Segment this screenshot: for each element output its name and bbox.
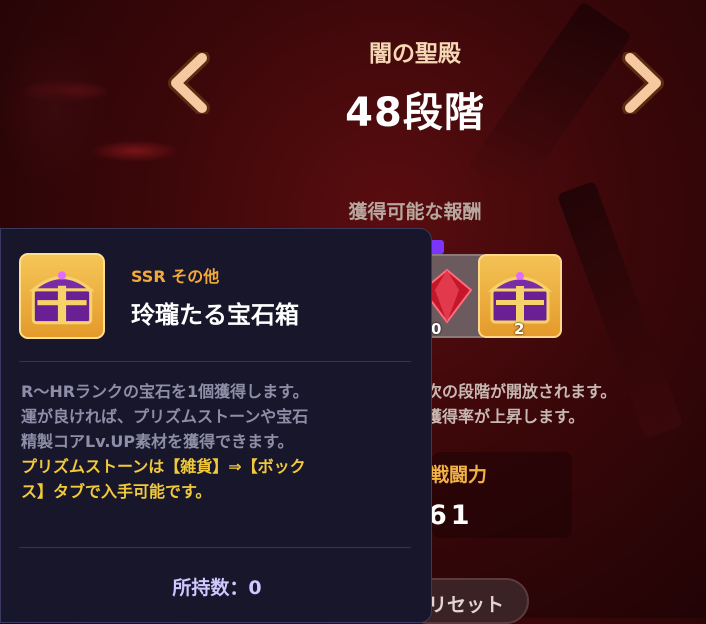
item-tooltip: SSR その他 玲瓏たる宝石箱 R～HRランクの宝石を1個獲得します。 運が良け… — [0, 228, 432, 623]
reward-count: 0 — [431, 320, 442, 338]
stage-title: 闇の聖殿 — [369, 41, 461, 67]
note-line: ス】タブで入手可能です。 — [21, 482, 212, 501]
background-eye — [20, 80, 110, 102]
description-line: R～HRランクの宝石を1個獲得します。 — [21, 382, 309, 401]
next-stage-button[interactable] — [618, 52, 668, 114]
description-line: 運が良ければ、プリズムストーンや宝石 — [21, 407, 309, 426]
power-label: 戦闘力 — [430, 464, 488, 486]
tooltip-item-name: 玲瓏たる宝石箱 — [131, 301, 299, 329]
rarity-label: SSR — [131, 267, 166, 286]
background-eye — [90, 140, 180, 162]
chevron-right-icon — [622, 52, 664, 114]
treasure-chest-icon — [29, 271, 95, 325]
owned-value: 0 — [248, 577, 262, 599]
chevron-left-icon — [168, 52, 210, 114]
category-label: その他 — [171, 267, 220, 286]
stage-level: 48段階 — [345, 90, 485, 136]
description-line: 精製コアLv.UP素材を獲得できます。 — [21, 432, 294, 451]
reward-rarity-badge — [430, 240, 444, 254]
reward-count: 2 — [514, 320, 525, 338]
info-line: 獲得率が上昇します。 — [426, 407, 585, 426]
tooltip-divider — [19, 361, 411, 362]
power-value: 61 — [428, 500, 474, 531]
tooltip-divider — [19, 547, 411, 548]
tooltip-rarity: SSR その他 — [131, 263, 219, 287]
previous-stage-button[interactable] — [164, 52, 214, 114]
tooltip-owned-count: 所持数：0 — [1, 573, 433, 600]
tooltip-description: R～HRランクの宝石を1個獲得します。 運が良ければ、プリズムストーンや宝石 精… — [21, 379, 421, 504]
info-line: 次の段階が開放されます。 — [426, 382, 617, 401]
owned-label: 所持数： — [172, 577, 249, 599]
rewards-heading: 獲得可能な報酬 — [348, 201, 482, 223]
tooltip-item-icon — [19, 253, 105, 339]
background-creature — [0, 30, 110, 190]
reset-button-label: リセット — [428, 594, 505, 616]
note-line: プリズムストーンは【雑貨】⇒【ボック — [21, 457, 306, 476]
